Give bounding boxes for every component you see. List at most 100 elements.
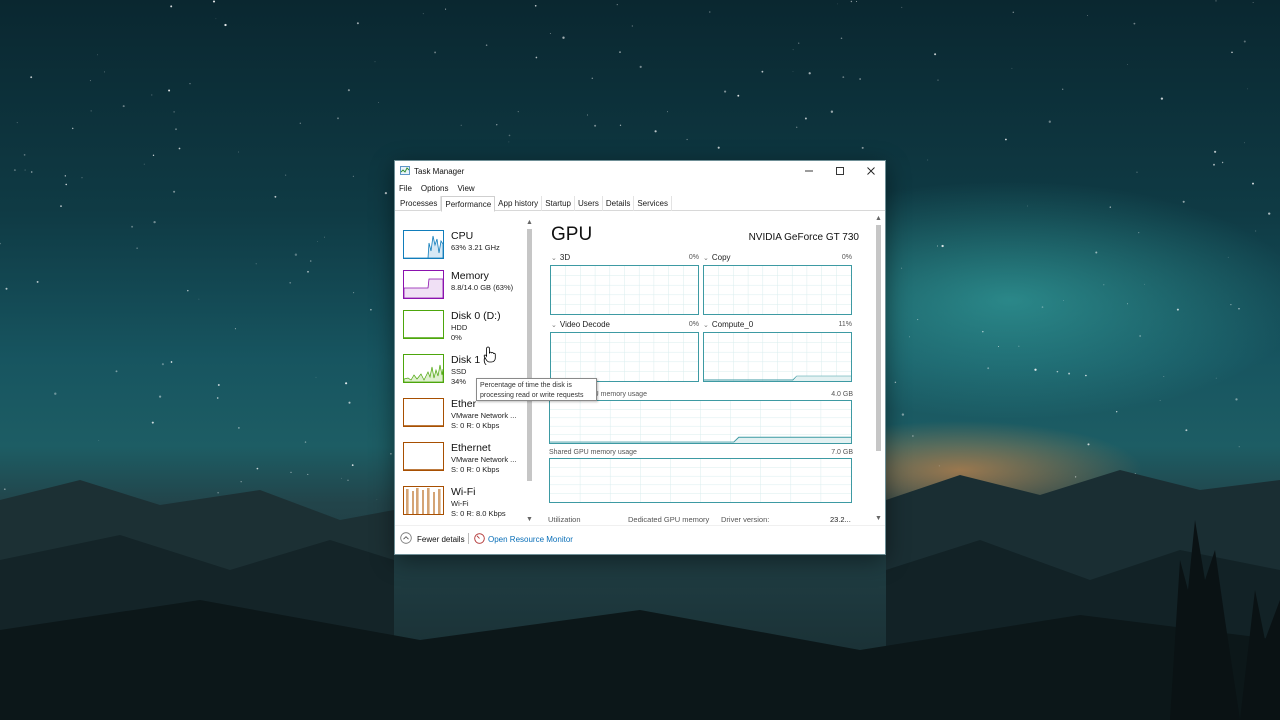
memory-detail: 8.8/14.0 GB (63%) <box>451 283 514 292</box>
wifi-throughput: S: 0 R: 8.0 Kbps <box>451 509 506 518</box>
menu-options[interactable]: Options <box>417 181 454 195</box>
open-resource-monitor-link[interactable]: Open Resource Monitor <box>488 535 573 544</box>
star <box>709 11 711 13</box>
tab-users[interactable]: Users <box>575 196 603 211</box>
engine-compute-label[interactable]: ⌄ Compute_0 <box>703 320 753 329</box>
left-vertical-scrollbar[interactable]: ▲ ▼ <box>524 219 535 525</box>
engine-copy-value: 0% <box>841 254 852 261</box>
star <box>1041 306 1044 308</box>
star <box>804 117 807 120</box>
menu-file[interactable]: File <box>395 181 417 195</box>
star <box>842 76 845 79</box>
star <box>173 111 175 113</box>
right-vertical-scrollbar[interactable]: ▲ ▼ <box>873 215 884 525</box>
star <box>1127 303 1129 305</box>
fewer-details-button[interactable]: Fewer details <box>417 535 465 544</box>
star <box>508 141 510 143</box>
tab-performance[interactable]: Performance <box>441 196 496 212</box>
star <box>1252 2 1254 3</box>
gpu-model-name: NVIDIA GeForce GT 730 <box>748 232 859 243</box>
star <box>5 287 8 290</box>
maximize-button[interactable] <box>824 161 855 181</box>
disk0-label: Disk 0 (D:) <box>451 310 501 322</box>
right-scroll-thumb[interactable] <box>876 225 881 451</box>
graph-grid <box>550 401 851 443</box>
minimize-button[interactable] <box>793 161 824 181</box>
star <box>1247 88 1248 90</box>
star <box>1235 398 1238 401</box>
star <box>496 124 498 126</box>
ethernet2-thumbnail <box>403 442 444 471</box>
engine-3d-value: 0% <box>688 254 699 261</box>
star <box>274 195 277 198</box>
collapse-chevron-icon[interactable] <box>400 532 412 544</box>
star <box>1136 171 1138 173</box>
disk0-thumbnail <box>403 310 444 339</box>
resource-list: CPU 63% 3.21 GHz Memory 8.8/14.0 GB (63%… <box>396 212 538 525</box>
star <box>619 124 622 126</box>
memory-thumbnail <box>403 270 444 299</box>
tab-services[interactable]: Services <box>634 196 673 211</box>
scroll-up-icon[interactable]: ▲ <box>875 215 882 222</box>
star <box>535 56 538 59</box>
scroll-down-icon[interactable]: ▼ <box>875 515 882 522</box>
engine-compute-graph <box>703 332 852 382</box>
tab-startup[interactable]: Startup <box>542 196 575 211</box>
tab-details[interactable]: Details <box>603 196 635 211</box>
star <box>917 319 919 321</box>
star <box>1163 376 1165 378</box>
star <box>356 22 359 25</box>
star <box>224 23 227 27</box>
star <box>859 78 861 80</box>
resource-wifi[interactable]: Wi-Fi Wi-Fi S: 0 R: 8.0 Kbps <box>396 482 526 522</box>
star <box>1185 429 1188 432</box>
left-scroll-thumb[interactable] <box>527 229 532 481</box>
resource-disk-0[interactable]: Disk 0 (D:) HDD 0% <box>396 306 526 346</box>
chevron-down-icon: ⌄ <box>703 322 709 329</box>
star <box>894 381 897 384</box>
star <box>941 244 944 248</box>
title-bar[interactable]: Task Manager <box>395 161 885 181</box>
star <box>934 53 937 56</box>
star <box>16 122 18 124</box>
menu-view[interactable]: View <box>453 181 479 195</box>
star <box>1238 308 1240 310</box>
engine-copy-label[interactable]: ⌄ Copy <box>703 253 731 262</box>
tab-processes[interactable]: Processes <box>397 196 442 211</box>
star <box>445 8 447 10</box>
star <box>1252 182 1254 185</box>
hand-cursor-icon <box>483 346 496 363</box>
star <box>1087 15 1088 16</box>
graph-grid <box>550 459 851 502</box>
star <box>1095 251 1098 254</box>
star <box>215 18 217 20</box>
star <box>289 281 292 284</box>
star <box>238 427 240 429</box>
resource-ethernet-2[interactable]: Ethernet VMware Network ... S: 0 R: 0 Kb… <box>396 438 526 478</box>
resource-memory[interactable]: Memory 8.8/14.0 GB (63%) <box>396 266 526 306</box>
star <box>1213 163 1215 166</box>
resource-cpu[interactable]: CPU 63% 3.21 GHz <box>396 226 526 266</box>
star <box>1103 284 1105 286</box>
tab-app-history[interactable]: App history <box>495 196 543 211</box>
engine-3d-label[interactable]: ⌄ 3D <box>551 253 570 262</box>
star <box>173 190 176 193</box>
footer-separator <box>468 533 469 544</box>
star <box>1215 0 1217 2</box>
star <box>309 260 312 262</box>
star <box>1268 212 1271 215</box>
close-button[interactable] <box>855 161 886 181</box>
engine-compute-value: 11% <box>838 321 853 328</box>
scroll-up-icon[interactable]: ▲ <box>526 219 533 226</box>
scroll-down-icon[interactable]: ▼ <box>526 516 533 523</box>
star <box>1133 22 1136 25</box>
shared-memory-graph <box>549 458 852 503</box>
star <box>217 384 220 386</box>
star <box>796 126 798 128</box>
star <box>36 280 39 283</box>
engine-video-decode-label[interactable]: ⌄ Video Decode <box>551 320 610 329</box>
star <box>982 330 984 333</box>
ethernet1-adapter: VMware Network ... <box>451 411 517 420</box>
star <box>324 236 325 238</box>
star <box>912 435 914 437</box>
